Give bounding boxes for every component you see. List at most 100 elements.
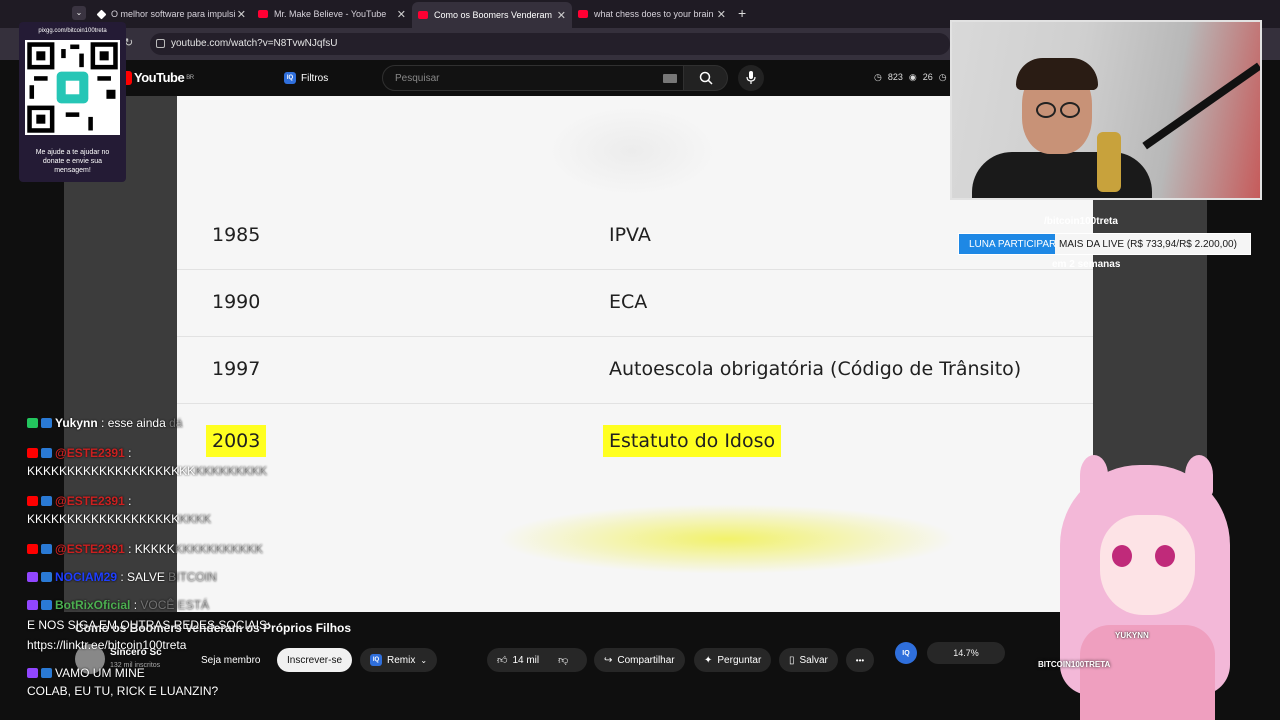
clock-icon: ◷ bbox=[874, 72, 882, 82]
year-cell: 1990 bbox=[212, 291, 261, 313]
chat-text-faded: BITCOIN bbox=[164, 570, 217, 584]
avatar-name-tag: YUKYNN bbox=[1115, 631, 1149, 640]
donation-url: /bitcoin100treta bbox=[1044, 216, 1118, 227]
ask-label: Perguntar bbox=[717, 654, 762, 666]
like-count[interactable]: 14 mil bbox=[512, 655, 539, 666]
microphone-icon bbox=[1097, 132, 1121, 192]
platform-badge-icon bbox=[27, 418, 38, 428]
tool-badge-icon bbox=[41, 544, 52, 554]
youtube-favicon-icon bbox=[418, 11, 428, 19]
mic-arm bbox=[1142, 62, 1260, 150]
voice-search-button[interactable] bbox=[738, 65, 764, 91]
chat-username[interactable]: @ESTE2391 bbox=[55, 494, 125, 508]
chat-message: KKKKKKKKKKKKKKKKKKKKKKKKKKKKKK bbox=[27, 464, 267, 478]
search-input[interactable]: Pesquisar bbox=[382, 65, 684, 91]
percent-badge: 14.7% bbox=[927, 642, 1005, 664]
close-tab-icon[interactable]: ✕ bbox=[557, 9, 566, 22]
tab-boomers[interactable]: Como os Boomers Venderam ✕ bbox=[412, 2, 572, 28]
avatar-ear bbox=[1080, 455, 1108, 495]
iq-icon: IQ bbox=[370, 654, 382, 666]
chat-text: https://linktr.ee/bitcoin100treta bbox=[27, 638, 187, 652]
remix-button[interactable]: IQ Remix ⌄ bbox=[360, 648, 438, 672]
chat-message: VAMO UM MINE bbox=[27, 666, 145, 680]
vtuber-avatar: YUKYNN BITCOIN100TRETA bbox=[1020, 455, 1260, 720]
dislike-icon[interactable]: 👎︎ bbox=[558, 654, 568, 666]
youtube-favicon-icon bbox=[578, 10, 588, 18]
glasses-icon bbox=[1060, 102, 1080, 118]
youtube-play-icon bbox=[126, 70, 132, 85]
chat-text: SALVE bbox=[127, 570, 165, 584]
ask-button[interactable]: ✦ Perguntar bbox=[694, 648, 772, 672]
extension-widget: IQ 14.7% bbox=[885, 640, 1035, 666]
chat-username[interactable]: @ESTE2391 bbox=[55, 542, 125, 556]
tab-mr-make-believe[interactable]: Mr. Make Believe - YouTube ✕ bbox=[252, 4, 412, 24]
subscribe-button[interactable]: Inscrever-se bbox=[277, 648, 353, 672]
search-button[interactable] bbox=[684, 65, 728, 91]
qr-url: pixgg.com/bitcoin100treta bbox=[38, 28, 107, 34]
close-tab-icon[interactable]: ✕ bbox=[237, 8, 246, 21]
new-tab-button[interactable]: + bbox=[738, 5, 746, 21]
stat-value: 823 bbox=[887, 72, 903, 82]
event-cell: IPVA bbox=[609, 224, 651, 246]
avatar-channel-tag: BITCOIN100TRETA bbox=[1038, 660, 1111, 669]
chat-message: E NOS SIGA EM OUTRAS REDES SOCIAIS: bbox=[27, 618, 270, 632]
tab-chess[interactable]: what chess does to your brain ✕ bbox=[572, 4, 732, 24]
chat-username[interactable]: @ESTE2391 bbox=[55, 446, 125, 460]
qr-code-icon bbox=[25, 40, 120, 135]
avatar-ear bbox=[1185, 455, 1213, 495]
chat-separator: : bbox=[124, 494, 132, 508]
like-dislike-group: 👍︎ 14 mil 👎︎ bbox=[487, 648, 587, 672]
goal-label: LUNA PARTICIPAR bbox=[969, 239, 1057, 250]
search-placeholder: Pesquisar bbox=[395, 73, 440, 84]
chat-separator: : bbox=[124, 446, 132, 460]
clock-icon: ◷ bbox=[938, 72, 947, 82]
chat-text-faded: KKKKKKKKKKK bbox=[174, 542, 263, 556]
tab-software[interactable]: O melhor software para impulsi ✕ bbox=[92, 4, 252, 24]
filters-button[interactable]: IQ Filtros bbox=[274, 67, 338, 89]
chat-text: esse ainda bbox=[107, 416, 166, 430]
youtube-logo[interactable]: YouTube BR bbox=[126, 70, 194, 85]
more-actions-button[interactable]: ••• bbox=[846, 648, 874, 672]
like-icon[interactable]: 👍︎ bbox=[497, 654, 507, 666]
close-tab-icon[interactable]: ✕ bbox=[397, 8, 406, 21]
sparkle-icon: ✦ bbox=[704, 654, 713, 666]
tool-badge-icon bbox=[41, 448, 52, 458]
save-button[interactable]: ▯ Salvar bbox=[779, 648, 838, 672]
avatar-eye bbox=[1112, 545, 1132, 567]
join-button[interactable]: Seja membro bbox=[191, 648, 270, 672]
goal-amount: MAIS DA LIVE (R$ 733,94/R$ 2.200,00) bbox=[1056, 239, 1237, 250]
more-icon: ••• bbox=[855, 655, 865, 665]
share-button[interactable]: ↪ Compartilhar bbox=[594, 648, 685, 672]
keyboard-icon[interactable] bbox=[663, 74, 677, 83]
tool-badge-icon bbox=[41, 668, 52, 678]
year-cell-highlighted: 2003 bbox=[206, 425, 267, 457]
chat-username[interactable]: NOCIAM29 bbox=[55, 570, 117, 584]
iq-icon: IQ bbox=[284, 72, 296, 84]
blurred-region bbox=[547, 106, 717, 196]
streamer-body bbox=[972, 152, 1152, 198]
chat-separator: : bbox=[117, 570, 128, 584]
iq-button[interactable]: IQ bbox=[895, 642, 917, 664]
tab-search-icon[interactable]: ⌄ bbox=[72, 6, 86, 20]
close-tab-icon[interactable]: ✕ bbox=[717, 8, 726, 21]
chat-message: @ESTE2391 : bbox=[27, 494, 131, 508]
site-info-icon[interactable] bbox=[156, 39, 165, 48]
chat-username[interactable]: Yukynn bbox=[55, 416, 98, 430]
microphone-icon bbox=[746, 71, 756, 84]
bookmark-icon: ▯ bbox=[789, 654, 795, 666]
avatar-eye bbox=[1155, 545, 1175, 567]
chat-username[interactable]: BotRixOficial bbox=[55, 598, 130, 612]
table-row: 1985 IPVA bbox=[177, 203, 1093, 270]
tool-badge-icon bbox=[41, 600, 52, 610]
url-field[interactable]: youtube.com/watch?v=N8TvwNJqfsU bbox=[150, 33, 950, 55]
platform-badge-icon bbox=[27, 668, 38, 678]
chat-text-faded: dá bbox=[165, 416, 183, 430]
save-label: Salvar bbox=[799, 654, 828, 666]
streamer-hair bbox=[1016, 58, 1098, 90]
chevron-down-icon: ⌄ bbox=[420, 655, 428, 665]
tab-title: Como os Boomers Venderam bbox=[434, 10, 553, 20]
percent-value: 14.7% bbox=[953, 648, 979, 658]
logo-text: YouTube bbox=[134, 70, 185, 85]
chat-message: KKKKKKKKKKKKKKKKKKKKKKK bbox=[27, 512, 211, 526]
tool-badge-icon bbox=[41, 572, 52, 582]
